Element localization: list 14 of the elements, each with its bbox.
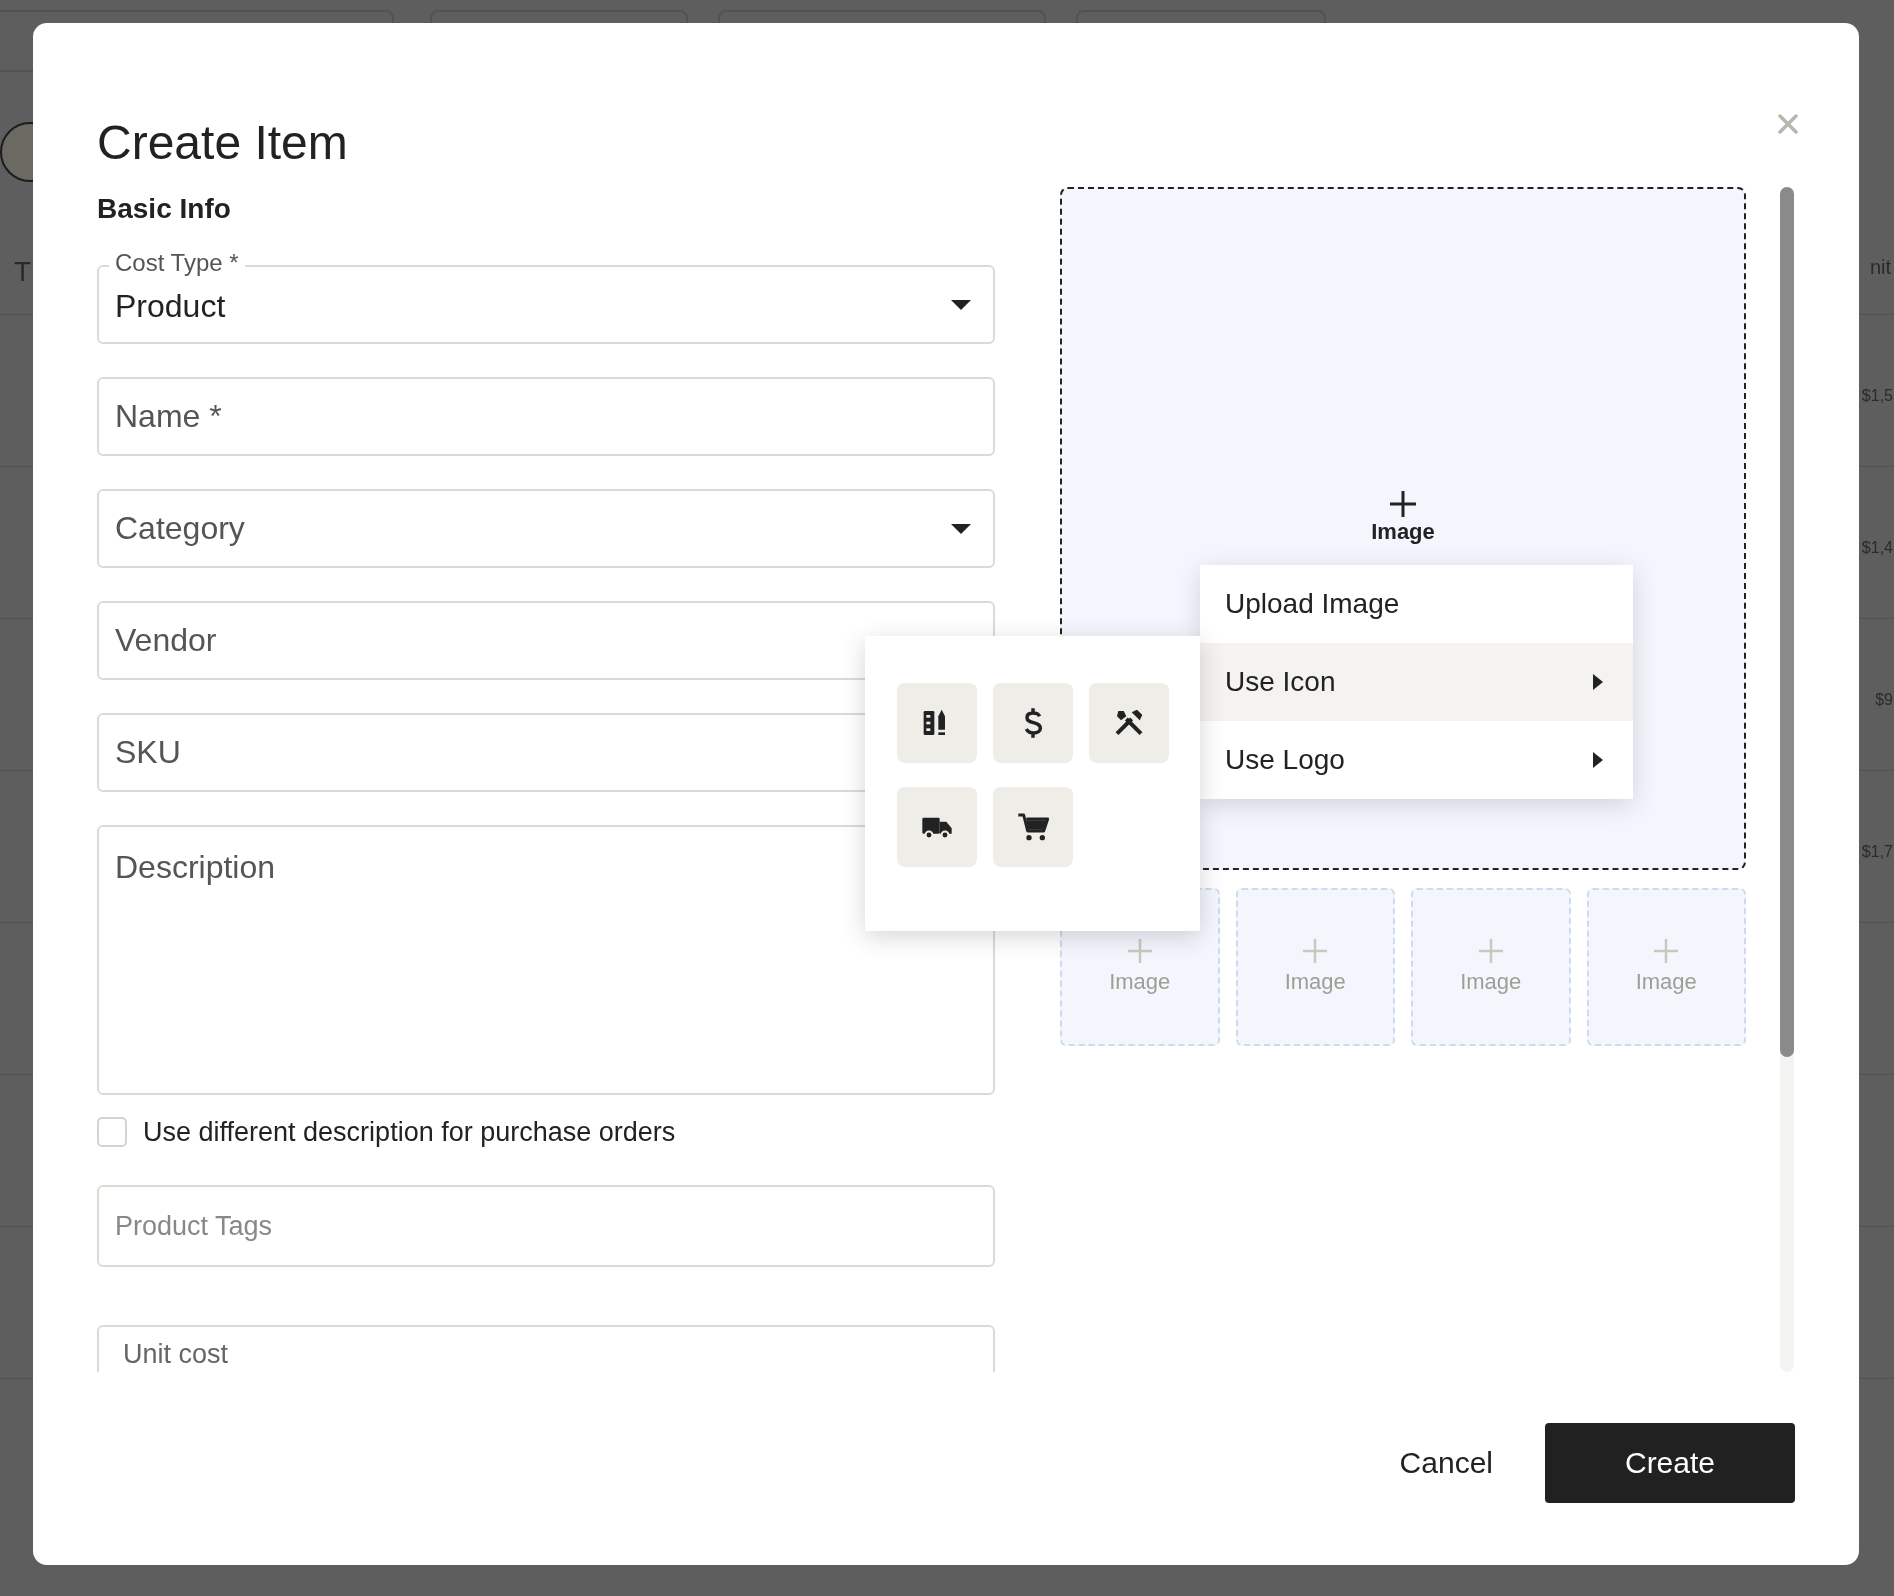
- input-field[interactable]: Vendor: [97, 601, 995, 680]
- input-field[interactable]: Name *: [97, 377, 995, 456]
- section-heading: Basic Info: [97, 192, 232, 226]
- menu-item[interactable]: Use Icon: [1200, 643, 1633, 721]
- image-label: Image: [1371, 519, 1435, 545]
- checkbox-label: Use different description for purchase orders: [143, 1116, 676, 1148]
- create-button[interactable]: Create: [1545, 1422, 1795, 1503]
- cancel-button[interactable]: Cancel: [1399, 1435, 1493, 1490]
- tags-field[interactable]: Product Tags: [97, 1185, 995, 1267]
- menu-item[interactable]: Use Logo: [1200, 721, 1633, 799]
- dialog-title: Create Item: [97, 115, 348, 171]
- menu-item[interactable]: Upload Image: [1200, 565, 1633, 643]
- input-field[interactable]: Unit cost: [97, 1325, 995, 1372]
- dropdown-field[interactable]: Category: [97, 489, 995, 568]
